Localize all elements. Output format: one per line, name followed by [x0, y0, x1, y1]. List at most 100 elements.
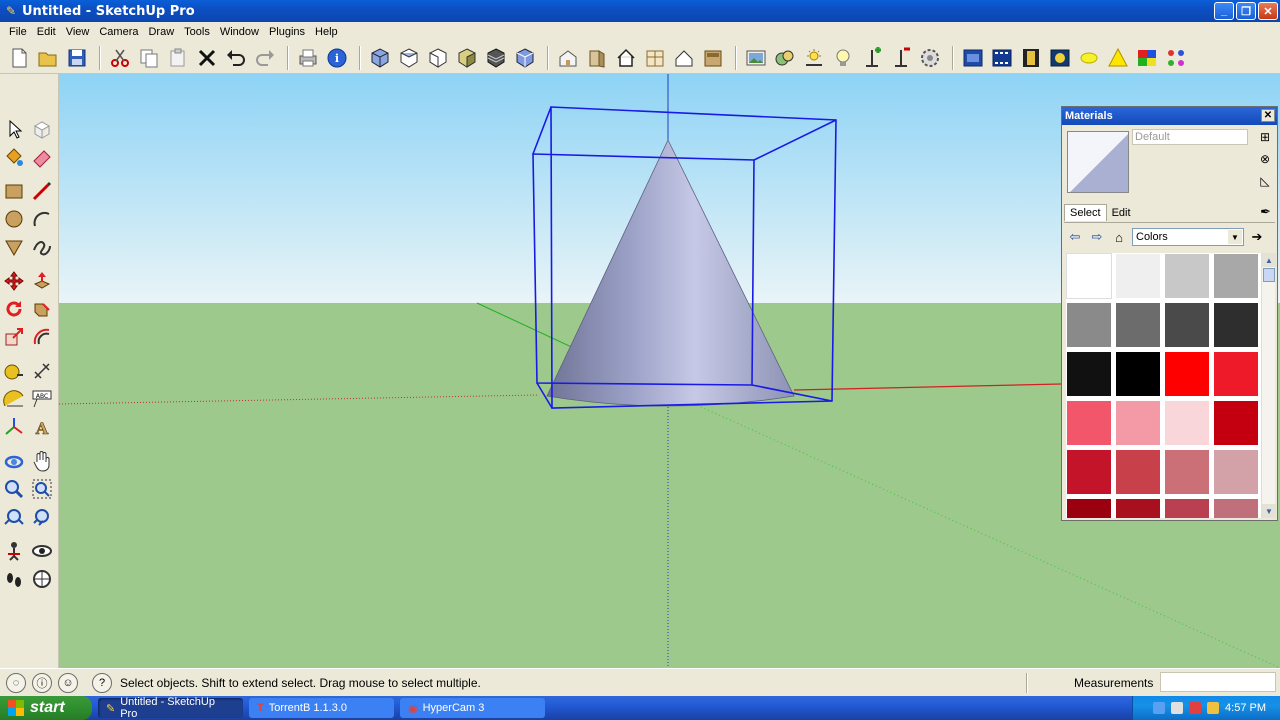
door-icon[interactable]	[700, 45, 726, 71]
top-view-icon[interactable]	[396, 45, 422, 71]
paint-bucket-icon[interactable]	[1, 144, 27, 170]
house-icon[interactable]	[613, 45, 639, 71]
menu-view[interactable]: View	[61, 26, 95, 38]
camera-icon[interactable]	[1047, 45, 1073, 71]
pan-icon[interactable]	[29, 448, 55, 474]
eyedropper-icon[interactable]: ✒	[1260, 204, 1271, 220]
color-swatch[interactable]	[1165, 352, 1209, 396]
layout-icon[interactable]	[960, 45, 986, 71]
credits-icon[interactable]: ⓘ	[32, 672, 52, 693]
line-icon[interactable]	[29, 178, 55, 204]
component-tool-icon[interactable]	[29, 116, 55, 142]
details-arrow-icon[interactable]: ➔	[1248, 228, 1266, 246]
color-swatch[interactable]	[1214, 401, 1258, 445]
rectangle-icon[interactable]	[1, 178, 27, 204]
polygon-icon[interactable]	[1, 234, 27, 260]
roof-icon[interactable]	[671, 45, 697, 71]
tray-volume-icon[interactable]	[1207, 702, 1220, 714]
tray-antivirus-icon[interactable]	[1189, 702, 1202, 714]
component-icon[interactable]	[584, 45, 610, 71]
menu-file[interactable]: File	[4, 26, 32, 38]
color-swatch[interactable]	[1067, 303, 1111, 347]
color-swatch[interactable]	[1165, 450, 1209, 494]
scroll-thumb[interactable]	[1263, 268, 1275, 282]
color-swatch[interactable]	[1067, 499, 1111, 518]
tray-arrow-icon[interactable]	[1153, 702, 1166, 714]
add-location-icon[interactable]	[859, 45, 885, 71]
warehouse-icon[interactable]	[555, 45, 581, 71]
undo-icon[interactable]	[223, 45, 249, 71]
menu-window[interactable]: Window	[215, 26, 264, 38]
start-button[interactable]: start	[0, 696, 92, 720]
dimension-icon[interactable]	[29, 358, 55, 384]
orbit-icon[interactable]	[1, 448, 27, 474]
zoom-icon[interactable]	[1, 476, 27, 502]
iso-view-icon[interactable]	[367, 45, 393, 71]
swatches-scrollbar[interactable]: ▲ ▼	[1261, 253, 1276, 518]
sample-paint-icon[interactable]: ⊗	[1257, 151, 1273, 167]
new-icon[interactable]	[6, 45, 32, 71]
color-swatch[interactable]	[1067, 352, 1111, 396]
menu-plugins[interactable]: Plugins	[264, 26, 310, 38]
scroll-down-icon[interactable]: ▼	[1262, 504, 1276, 518]
arc-icon[interactable]	[29, 206, 55, 232]
geo-location-icon[interactable]: ◌	[6, 672, 26, 693]
push-pull-icon[interactable]	[29, 268, 55, 294]
axes-icon[interactable]	[1, 414, 27, 440]
color-swatch[interactable]	[1116, 401, 1160, 445]
erase-icon[interactable]	[194, 45, 220, 71]
tab-select[interactable]: Select	[1064, 204, 1107, 221]
toggle-terrain-icon[interactable]	[888, 45, 914, 71]
section-plane-icon[interactable]	[29, 566, 55, 592]
materials-close-button[interactable]: ✕	[1261, 109, 1275, 122]
color-swatch[interactable]	[1116, 254, 1160, 298]
menu-edit[interactable]: Edit	[32, 26, 61, 38]
help-icon[interactable]: ?	[92, 672, 112, 693]
color-swatch[interactable]	[1066, 253, 1112, 299]
menu-tools[interactable]: Tools	[179, 26, 215, 38]
palette-icon[interactable]	[1134, 45, 1160, 71]
sun-icon[interactable]	[1076, 45, 1102, 71]
circle-icon[interactable]	[1, 206, 27, 232]
rotate-icon[interactable]	[1, 296, 27, 322]
scale-icon[interactable]	[1, 324, 27, 350]
film-icon[interactable]	[1018, 45, 1044, 71]
color-swatch[interactable]	[1165, 254, 1209, 298]
color-swatch[interactable]	[1116, 303, 1160, 347]
left-view-icon[interactable]	[512, 45, 538, 71]
photo-textures-icon[interactable]	[743, 45, 769, 71]
zoom-window-icon[interactable]	[29, 476, 55, 502]
close-button[interactable]: ✕	[1258, 2, 1278, 20]
move-icon[interactable]	[1, 268, 27, 294]
color-swatch[interactable]	[1116, 352, 1160, 396]
3d-text-icon[interactable]: A	[29, 414, 55, 440]
color-swatch[interactable]	[1165, 499, 1209, 518]
color-swatch[interactable]	[1165, 303, 1209, 347]
colors-grid-icon[interactable]	[1163, 45, 1189, 71]
select-icon[interactable]	[1, 116, 27, 142]
tab-edit[interactable]: Edit	[1107, 205, 1136, 221]
tray-network-icon[interactable]	[1171, 702, 1184, 714]
color-swatch[interactable]	[1214, 352, 1258, 396]
color-swatch[interactable]	[1165, 401, 1209, 445]
print-icon[interactable]	[295, 45, 321, 71]
back-view-icon[interactable]	[483, 45, 509, 71]
material-name-field[interactable]: Default	[1132, 129, 1248, 145]
color-swatch[interactable]	[1067, 401, 1111, 445]
previous-view-icon[interactable]	[29, 504, 55, 530]
front-view-icon[interactable]	[425, 45, 451, 71]
styles-icon[interactable]	[772, 45, 798, 71]
material-category-select[interactable]: Colors ▼	[1132, 228, 1244, 246]
minimize-button[interactable]: _	[1214, 2, 1234, 20]
text-icon[interactable]: ABC	[29, 386, 55, 412]
freehand-icon[interactable]	[29, 234, 55, 260]
home-icon[interactable]: ⌂	[1110, 228, 1128, 246]
user-icon[interactable]: ☺	[58, 672, 78, 693]
offset-icon[interactable]	[29, 324, 55, 350]
warning-icon[interactable]	[1105, 45, 1131, 71]
color-swatch[interactable]	[1214, 499, 1258, 518]
eraser-icon[interactable]	[29, 144, 55, 170]
look-around-icon[interactable]	[29, 538, 55, 564]
follow-me-icon[interactable]	[29, 296, 55, 322]
measurements-input[interactable]	[1160, 672, 1276, 692]
